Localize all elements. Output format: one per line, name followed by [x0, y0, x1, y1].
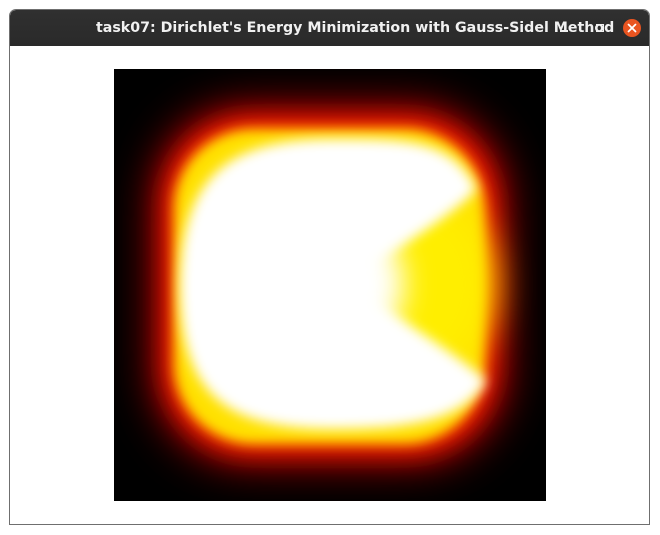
minimize-icon [560, 30, 568, 32]
maximize-icon [596, 24, 604, 32]
heatmap-image [114, 69, 546, 501]
title-bar[interactable]: task07: Dirichlet's Energy Minimization … [10, 10, 649, 46]
close-button[interactable] [621, 17, 643, 39]
maximize-button[interactable] [589, 17, 611, 39]
close-icon [623, 19, 641, 37]
minimize-button[interactable] [553, 17, 575, 39]
app-window: task07: Dirichlet's Energy Minimization … [9, 9, 650, 525]
window-content [10, 46, 649, 524]
window-title: task07: Dirichlet's Energy Minimization … [96, 20, 615, 36]
heatmap-canvas[interactable] [114, 69, 546, 501]
